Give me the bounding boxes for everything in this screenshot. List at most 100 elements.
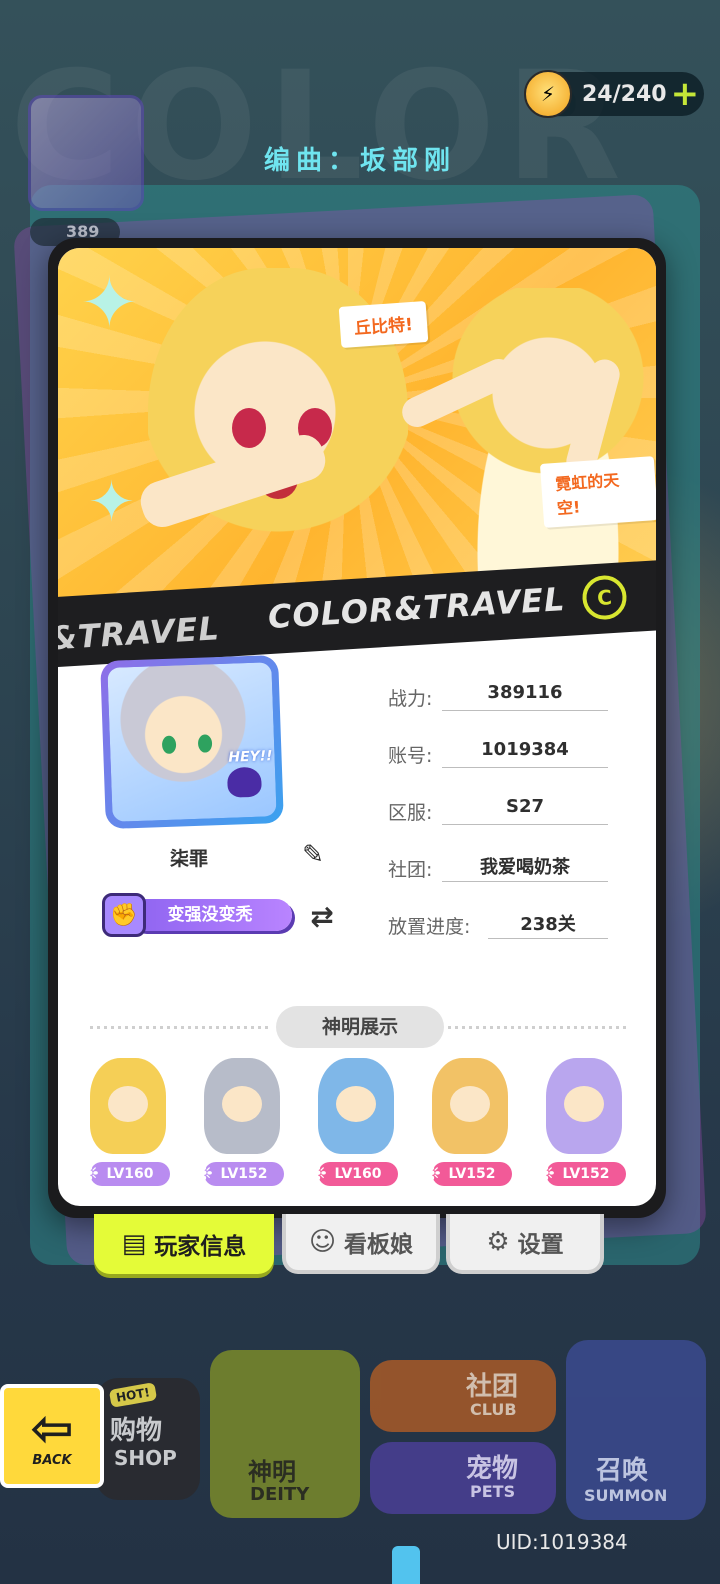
deity-face xyxy=(450,1086,490,1122)
stamina-counter[interactable]: ⚡ 24/240 + xyxy=(524,70,704,118)
pets-label-en: PETS xyxy=(470,1482,516,1501)
fist-icon: ✊ xyxy=(102,893,146,937)
deity-card[interactable]: ❉ LV152 xyxy=(192,1058,292,1188)
deity-level: LV160 xyxy=(106,1166,154,1182)
back-button[interactable]: ⇦ BACK xyxy=(0,1384,104,1488)
tab-player-info[interactable]: ▤ 玩家信息 xyxy=(94,1214,274,1274)
avatar-eye xyxy=(161,735,177,755)
gem-icon: ❉ xyxy=(196,1161,213,1185)
add-stamina-button[interactable]: + xyxy=(671,77,700,111)
avatar-image: HEY!! xyxy=(107,662,277,822)
gem-icon: ❉ xyxy=(538,1161,555,1185)
deity-face xyxy=(108,1086,148,1122)
summon-label-cn: 召唤 xyxy=(596,1456,649,1486)
info-idle-progress: 放置进度: 238关 xyxy=(388,908,618,944)
deity-card[interactable]: ❉ LV152 xyxy=(534,1058,634,1188)
person-swap-icon: ☺ xyxy=(308,1227,337,1257)
pets-button[interactable]: 宠物 PETS xyxy=(370,1442,556,1514)
info-value: 1019384 xyxy=(442,739,608,768)
deity-level-badge: ❉ LV160 xyxy=(310,1161,398,1186)
info-club: 社团: 我爱喝奶茶 xyxy=(388,851,618,887)
info-server: 区服: S27 xyxy=(388,794,618,830)
player-avatar[interactable]: HEY!! xyxy=(100,654,284,830)
pencil-icon: ✎ xyxy=(302,840,324,870)
gem-icon: ❉ xyxy=(82,1161,99,1185)
hot-badge: HOT! xyxy=(108,1382,158,1408)
player-title-text: 变强没变秃 xyxy=(128,899,292,931)
info-value: 389116 xyxy=(442,682,608,711)
deity-portrait xyxy=(318,1058,394,1154)
deity-button[interactable]: 神明 DEITY xyxy=(210,1350,360,1518)
shop-label-en: SHOP xyxy=(114,1446,177,1470)
info-label: 区服: xyxy=(388,802,433,824)
player-uid: UID:1019384 xyxy=(496,1530,628,1554)
shop-button[interactable]: HOT! 购物 SHOP xyxy=(96,1378,200,1500)
speech-bubble: 丘比特! xyxy=(338,301,429,348)
character-eye xyxy=(232,408,266,448)
info-label: 放置进度: xyxy=(388,916,471,938)
gem-icon: ❉ xyxy=(424,1161,441,1185)
deity-level-badge: ❉ LV152 xyxy=(196,1161,284,1186)
strip-text-main: COLOR&TRAVEL xyxy=(266,579,567,637)
back-arrow-icon: ⇦ xyxy=(30,1398,74,1459)
divider-left xyxy=(90,1026,270,1029)
song-composer-credit: 编曲：坂部刚 xyxy=(263,146,456,176)
deity-level: LV152 xyxy=(448,1166,496,1182)
deity-face xyxy=(564,1086,604,1122)
info-power: 战力: 389116 xyxy=(388,680,618,716)
player-title-badge[interactable]: 变强没变秃 ✊ xyxy=(102,893,292,937)
deity-label-cn: 神明 xyxy=(248,1458,296,1486)
deity-portrait xyxy=(432,1058,508,1154)
deity-label-en: DEITY xyxy=(250,1484,310,1505)
club-button[interactable]: 社团 CLUB xyxy=(370,1360,556,1432)
tab-label: 玩家信息 xyxy=(154,1234,247,1260)
stamina-icon: ⚡ xyxy=(524,70,572,118)
sparkle-icon: ✦ xyxy=(88,470,135,535)
player-profile-card: ✦ ✦ 丘比特! 霓虹的天空! &TRAVEL COLOR&TRAVEL C H xyxy=(48,238,666,1218)
gem-icon: ❉ xyxy=(310,1161,327,1185)
summon-label-en: SUMMON xyxy=(584,1486,668,1505)
tab-mascot[interactable]: ☺ 看板娘 xyxy=(282,1214,440,1274)
profile-card-body: ✦ ✦ 丘比特! 霓虹的天空! &TRAVEL COLOR&TRAVEL C H xyxy=(58,248,656,1206)
deity-card[interactable]: ❉ LV160 xyxy=(306,1058,406,1188)
pets-label-cn: 宠物 xyxy=(466,1454,519,1484)
deity-card[interactable]: ❉ LV152 xyxy=(420,1058,520,1188)
avatar-hey-text: HEY!! xyxy=(228,748,273,766)
summon-button[interactable]: 召唤 SUMMON xyxy=(566,1340,706,1520)
divider-right xyxy=(448,1026,628,1029)
banner-character-chibi xyxy=(448,288,648,588)
deity-card[interactable]: ❉ LV160 xyxy=(78,1058,178,1188)
info-value: 我爱喝奶茶 xyxy=(442,853,608,882)
speech-bubble: 霓虹的天空! xyxy=(539,456,656,528)
deity-showcase-title: 神明展示 xyxy=(276,1006,444,1048)
switch-title-button[interactable]: ⇄ xyxy=(302,900,342,933)
bottom-character-peek xyxy=(392,1546,420,1584)
tab-label: 设置 xyxy=(517,1232,564,1258)
id-card-icon: ▤ xyxy=(121,1229,147,1259)
deity-portrait xyxy=(546,1058,622,1154)
info-value: 238关 xyxy=(488,910,608,939)
deity-face xyxy=(336,1086,376,1122)
tab-label: 看板娘 xyxy=(344,1232,414,1258)
avatar-eye xyxy=(197,734,213,753)
deity-portrait xyxy=(204,1058,280,1154)
swap-icon: ⇄ xyxy=(310,900,334,933)
info-label: 战力: xyxy=(388,688,433,710)
deity-level: LV152 xyxy=(562,1166,610,1182)
sparkle-icon: ✦ xyxy=(80,262,139,344)
deity-level: LV152 xyxy=(220,1166,268,1182)
deity-level-badge: ❉ LV152 xyxy=(424,1161,512,1186)
game-logo-icon: C xyxy=(581,574,628,621)
back-label: BACK xyxy=(32,1452,72,1468)
club-label-en: CLUB xyxy=(470,1400,517,1419)
strip-text-left: &TRAVEL xyxy=(58,609,221,658)
tab-settings[interactable]: ⚙ 设置 xyxy=(446,1214,604,1274)
edit-name-button[interactable]: ✎ xyxy=(296,838,330,872)
stamina-value: 24/240 xyxy=(582,81,667,107)
deity-face xyxy=(222,1086,262,1122)
deity-level-badge: ❉ LV160 xyxy=(82,1161,170,1186)
info-value: S27 xyxy=(442,796,608,825)
avatar-bat-mascot xyxy=(226,766,262,798)
gear-icon: ⚙ xyxy=(486,1227,510,1257)
player-name: 柒罪 xyxy=(170,848,209,870)
